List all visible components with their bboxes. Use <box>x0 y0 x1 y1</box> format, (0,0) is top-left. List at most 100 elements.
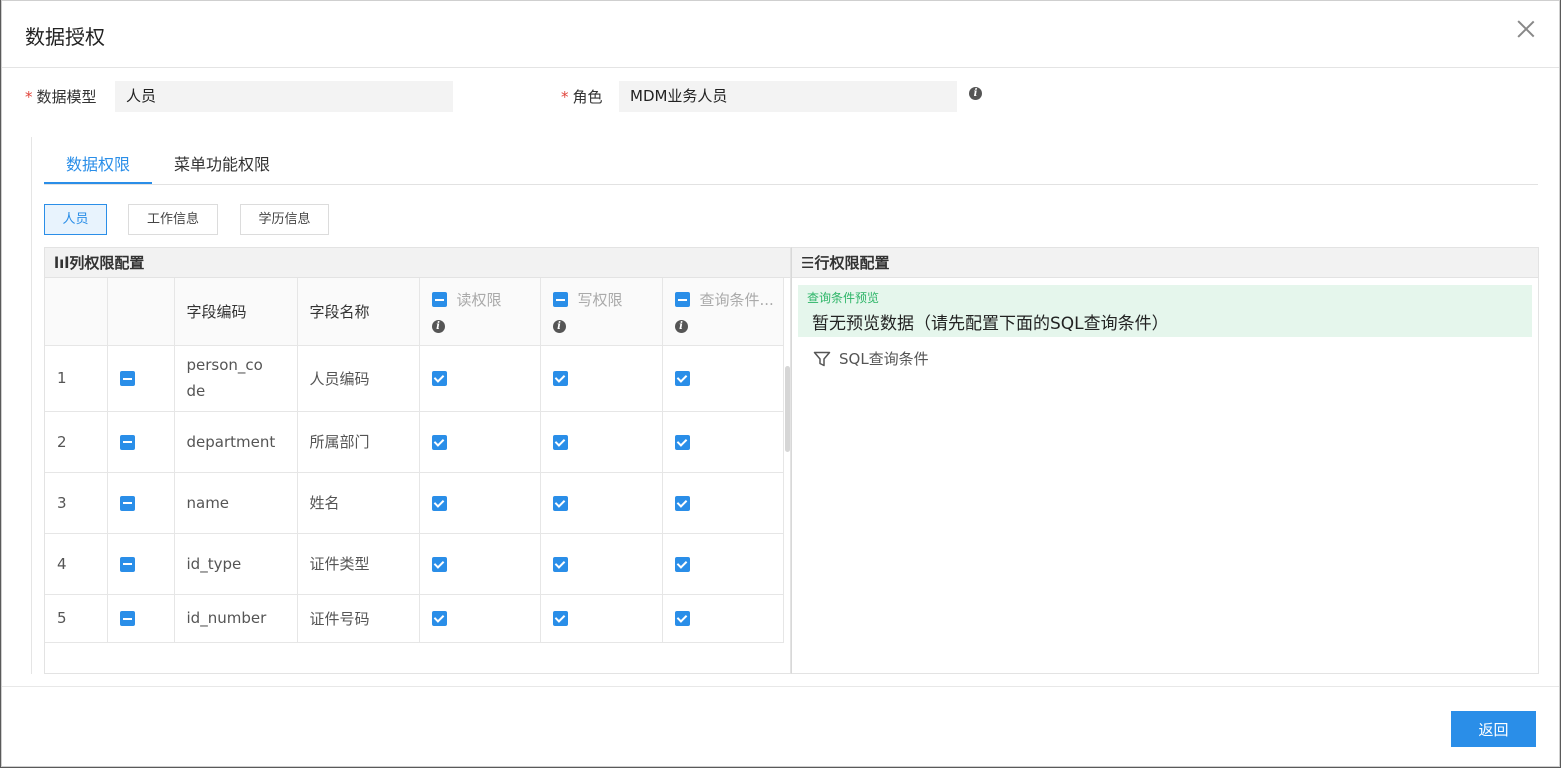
write-checkbox[interactable] <box>552 556 568 572</box>
model-field-label: * 数据模型 <box>25 81 97 112</box>
row-index: 5 <box>45 594 108 643</box>
sql-condition-button[interactable]: SQL查询条件 <box>813 348 929 369</box>
row-select-checkbox[interactable] <box>119 611 135 626</box>
field-name: 姓名 <box>297 472 420 534</box>
column-permission-table: 字段编码 字段名称 读权限 i 写权限 i 查询条件... i 1 person… <box>45 278 784 643</box>
query-checkbox[interactable] <box>674 495 690 511</box>
close-icon[interactable] <box>1517 20 1535 38</box>
query-condition-header: 查询条件... i <box>662 278 784 346</box>
preview-label: 查询条件预览 <box>807 291 880 305</box>
tab-data-permission[interactable]: 数据权限 <box>66 151 130 175</box>
query-checkbox[interactable] <box>674 556 690 572</box>
table-row: 2 department 所属部门 <box>45 411 784 473</box>
write-cell <box>540 594 663 643</box>
back-button[interactable]: 返回 <box>1451 711 1536 747</box>
sql-condition-label: SQL查询条件 <box>839 350 929 368</box>
row-select-cell <box>107 533 175 595</box>
row-select-checkbox[interactable] <box>119 434 135 450</box>
role-label: 角色 <box>572 88 603 106</box>
read-checkbox[interactable] <box>431 611 447 626</box>
write-permission-header: 写权限 i <box>540 278 663 346</box>
query-checkbox[interactable] <box>674 371 690 386</box>
column-permission-panel: lıl列权限配置 字段编码 字段名称 读权限 i 写权限 i 查询条件... i… <box>44 247 791 674</box>
write-cell <box>540 533 663 595</box>
field-name: 证件类型 <box>297 533 420 595</box>
table-row: 5 id_number 证件号码 <box>45 594 784 643</box>
row-select-cell <box>107 411 175 473</box>
table-row: 1 person_code 人员编码 <box>45 345 784 412</box>
write-cell <box>540 472 663 534</box>
write-cell <box>540 345 663 412</box>
read-permission-label: 读权限 <box>456 291 502 310</box>
query-checkbox[interactable] <box>674 434 690 450</box>
column-panel-title: lıl列权限配置 <box>45 248 790 278</box>
read-all-checkbox[interactable] <box>431 292 447 308</box>
field-code: person_code <box>174 345 298 412</box>
field-code-text: person_code <box>186 356 263 400</box>
read-checkbox[interactable] <box>431 495 447 511</box>
dialog-footer: 返回 <box>2 686 1559 768</box>
table-header-row: 字段编码 字段名称 读权限 i 写权限 i 查询条件... i <box>45 278 784 346</box>
query-condition-label: 查询条件... <box>699 291 774 310</box>
tab-bar: 数据权限 菜单功能权限 <box>44 137 1538 185</box>
model-input[interactable]: 人员 <box>115 81 453 112</box>
write-all-checkbox[interactable] <box>552 292 568 308</box>
field-code: department <box>174 411 298 473</box>
row-panel-title: ☰行权限配置 <box>792 248 1538 278</box>
field-name: 证件号码 <box>297 594 420 643</box>
field-name: 人员编码 <box>297 345 420 412</box>
role-input[interactable]: MDM业务人员 <box>619 81 957 112</box>
sub-tab-work-info[interactable]: 工作信息 <box>128 204 218 235</box>
write-checkbox[interactable] <box>552 434 568 450</box>
read-checkbox[interactable] <box>431 371 447 386</box>
row-select-checkbox[interactable] <box>119 495 135 511</box>
field-name: 所属部门 <box>297 411 420 473</box>
field-name-header: 字段名称 <box>297 278 420 346</box>
query-cell <box>662 411 784 473</box>
read-cell <box>419 411 541 473</box>
data-authorization-dialog: 数据授权 * 数据模型 人员 * 角色 MDM业务人员 i 数据权限 菜单功能权… <box>1 0 1560 767</box>
query-checkbox[interactable] <box>674 611 690 626</box>
query-all-checkbox[interactable] <box>674 292 690 308</box>
info-icon[interactable]: i <box>431 320 445 334</box>
write-permission-label: 写权限 <box>577 291 623 310</box>
row-select-checkbox[interactable] <box>119 556 135 572</box>
row-permission-panel: ☰行权限配置 查询条件预览 暂无预览数据（请先配置下面的SQL查询条件） SQL… <box>791 247 1539 674</box>
row-select-cell <box>107 594 175 643</box>
row-select-checkbox[interactable] <box>119 371 135 386</box>
select-header <box>107 278 175 346</box>
write-checkbox[interactable] <box>552 495 568 511</box>
query-cell <box>662 472 784 534</box>
sub-tab-person[interactable]: 人员 <box>44 204 107 235</box>
row-index: 4 <box>45 533 108 595</box>
tab-menu-permission[interactable]: 菜单功能权限 <box>174 151 270 175</box>
read-checkbox[interactable] <box>431 556 447 572</box>
write-checkbox[interactable] <box>552 611 568 626</box>
query-cell <box>662 594 784 643</box>
field-code: id_number <box>174 594 298 643</box>
filter-icon <box>813 351 831 366</box>
sub-tab-education-info[interactable]: 学历信息 <box>240 204 329 235</box>
role-field-label: * 角色 <box>561 81 603 112</box>
row-index: 2 <box>45 411 108 473</box>
write-checkbox[interactable] <box>552 371 568 386</box>
read-permission-header: 读权限 i <box>419 278 541 346</box>
dialog-title: 数据授权 <box>25 25 105 49</box>
table-scrollbar[interactable] <box>785 366 790 452</box>
field-code: id_type <box>174 533 298 595</box>
model-label: 数据模型 <box>36 88 97 106</box>
info-icon[interactable]: i <box>674 320 688 334</box>
row-index: 3 <box>45 472 108 534</box>
table-row: 3 name 姓名 <box>45 472 784 534</box>
read-checkbox[interactable] <box>431 434 447 450</box>
required-mark: * <box>561 87 569 106</box>
dialog-header: 数据授权 <box>2 1 1559 68</box>
field-code-header: 字段编码 <box>174 278 298 346</box>
info-icon[interactable]: i <box>552 320 566 334</box>
active-tab-indicator <box>44 182 152 184</box>
info-icon[interactable]: i <box>969 87 982 100</box>
read-cell <box>419 533 541 595</box>
preview-text: 暂无预览数据（请先配置下面的SQL查询条件） <box>812 314 1169 334</box>
table-row: 4 id_type 证件类型 <box>45 533 784 595</box>
row-index: 1 <box>45 345 108 412</box>
